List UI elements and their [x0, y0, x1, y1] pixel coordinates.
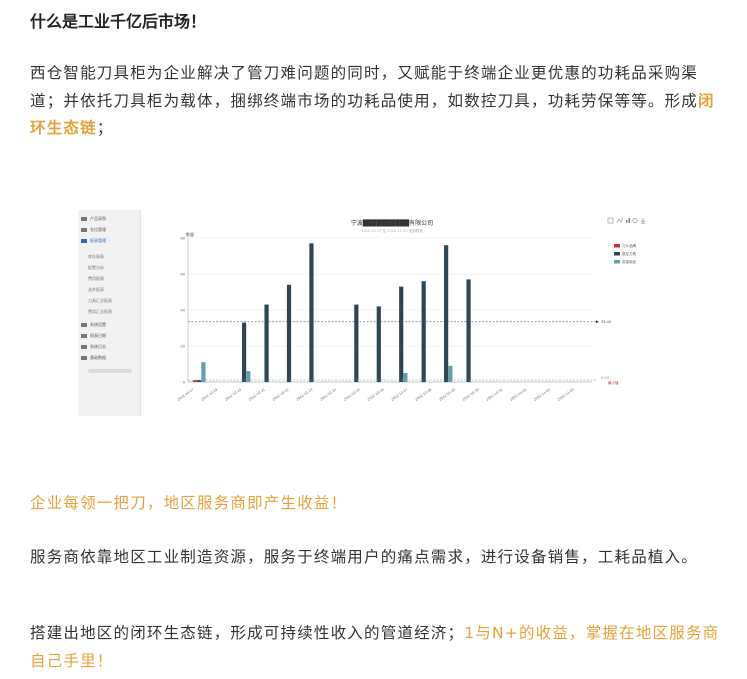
sidebar-subitem[interactable]: 油井报表 — [88, 287, 104, 293]
min-value-label: 最小值 — [608, 380, 619, 385]
x-tick-label: 2022-10-26 — [367, 388, 385, 402]
sidebar-subitem[interactable]: 库存报表 — [88, 254, 104, 260]
chart-subtitle: 2022-10-17 至 2022-11-03 全部数据 — [361, 228, 423, 233]
x-tick-label: 2022-10-25 — [343, 388, 361, 402]
bar-数控刀具-2022-10-17[interactable] — [197, 380, 202, 382]
chart-legend: 刀片品牌数控刀具劳保用品 — [614, 243, 636, 264]
sidebar-item-logs[interactable]: 系统日志 — [81, 342, 139, 352]
slogan-text: 企业每领一把刀，地区服务商即产生收益！ — [30, 494, 348, 512]
sidebar-item-warehouse[interactable]: 仓位管理 — [81, 225, 139, 235]
sidebar-item-purchase[interactable]: 产品采购 — [81, 214, 139, 224]
sidebar-item-settings[interactable]: 系统设置 — [81, 320, 139, 330]
bar-数控刀具-2022-10-20[interactable] — [264, 304, 269, 382]
bar-数控刀具-2022-10-25[interactable] — [376, 306, 381, 382]
y-tick-label: 60 — [181, 273, 185, 277]
bar-数控刀具-2022-10-29[interactable] — [466, 279, 471, 382]
toolbar-bar-chart-icon[interactable] — [626, 218, 630, 223]
x-tick-label: 2022-10-29 — [438, 388, 456, 402]
menu-icon — [81, 334, 87, 338]
x-tick-label: 2022-10-19 — [200, 388, 218, 402]
legend-swatch[interactable] — [614, 252, 620, 256]
menu-icon — [81, 217, 87, 221]
x-tick-label: 2022-10-22 — [272, 388, 290, 402]
x-tick-label: 2022-10-17 — [177, 388, 195, 402]
legend-label[interactable]: 劳保用品 — [622, 259, 636, 264]
intro-tail: ； — [96, 119, 114, 137]
intro-text: 西仓智能刀具柜为企业解决了管刀难问题的同时，又赋能于终端企业更优惠的功耗品采购渠… — [30, 64, 699, 110]
sidebar-scrollbar[interactable] — [88, 369, 132, 373]
toolbar-restore-icon[interactable] — [632, 217, 638, 224]
x-tick-label: 2022-10-23 — [295, 388, 313, 402]
closing-paragraph: 搭建出地区的闭环生态链，形成可持续性收入的管道经济；1与N+的收益，掌握在地区服… — [30, 620, 720, 675]
x-tick-label: 2022-10-20 — [224, 388, 242, 402]
y-axis-label: 数量 — [186, 231, 194, 237]
bar-数控刀具-2022-10-24[interactable] — [354, 304, 359, 382]
bar-数控刀具-2022-10-28[interactable] — [444, 245, 449, 382]
sidebar-item-basic-data[interactable]: 基础数据 — [81, 353, 139, 363]
sidebar-subitem[interactable]: 配置分析 — [88, 265, 104, 271]
average-markline-arrow — [596, 320, 599, 324]
x-tick-label: 2022-10-24 — [319, 388, 337, 402]
x-tick-label: 2022-11-02 — [533, 388, 551, 402]
closing-text: 搭建出地区的闭环生态链，形成可持续性收入的管道经济； — [30, 624, 465, 642]
x-tick-label: 2022-11-01 — [509, 388, 527, 402]
y-tick-label: 40 — [181, 309, 185, 313]
sidebar-item-report-date[interactable]: 报表日期 — [81, 331, 139, 341]
bar-数控刀具-2022-10-27[interactable] — [421, 281, 426, 382]
bar-数控刀具-2022-10-26[interactable] — [399, 286, 404, 382]
y-tick-label: 20 — [181, 345, 185, 349]
y-tick-label: 80 — [181, 237, 185, 241]
intro-paragraph: 西仓智能刀具柜为企业解决了管刀难问题的同时，又赋能于终端企业更优惠的功耗品采购渠… — [30, 60, 720, 143]
toolbar-data-view-icon[interactable] — [607, 217, 614, 224]
bar-数控刀具-2022-10-21[interactable] — [286, 284, 292, 382]
x-tick-label: 2022-10-21 — [248, 388, 266, 402]
legend-label[interactable]: 数控刀具 — [622, 251, 636, 256]
bar-刀片品牌-2022-10-17[interactable] — [192, 380, 198, 382]
app-sidebar: 产品采购 仓位管理 报表管理 库存报表 配置分析 费用报表 油井报表 刀具汇总报… — [78, 210, 141, 416]
menu-icon — [81, 345, 87, 349]
consumption-bar-chart: 宁波██████████有限公司 2022-10-17 至 2022-11-03… — [177, 217, 646, 402]
bar-劳保用品-2022-10-26[interactable] — [403, 373, 408, 382]
toolbar-line-chart-icon[interactable] — [616, 217, 624, 224]
menu-icon — [81, 356, 87, 360]
menu-icon — [81, 323, 87, 327]
min-markline-label: 0.00 — [601, 376, 609, 380]
legend-swatch[interactable] — [614, 260, 620, 264]
legend-label[interactable]: 刀片品牌 — [622, 243, 636, 248]
embedded-screenshot: 产品采购 仓位管理 报表管理 库存报表 配置分析 费用报表 油井报表 刀具汇总报… — [78, 210, 656, 416]
menu-icon — [81, 228, 87, 232]
y-tick-label: 0 — [183, 381, 185, 385]
bar-数控刀具-2022-10-22[interactable] — [309, 243, 314, 382]
chart-icon — [81, 239, 87, 243]
bar-劳保用品-2022-10-17[interactable] — [201, 362, 206, 382]
sidebar-subitem[interactable]: 费用报表 — [88, 276, 104, 282]
sidebar-subitem[interactable]: 费用汇总报表 — [88, 309, 112, 315]
page-title: 什么是工业千亿后市场！ — [30, 12, 207, 31]
sidebar-subitem[interactable]: 刀具汇总报表 — [88, 298, 112, 304]
bar-数控刀具-2022-10-19[interactable] — [242, 322, 247, 382]
bar-劳保用品-2022-10-19[interactable] — [246, 371, 251, 382]
average-markline-label: 33.44 — [601, 320, 612, 324]
x-tick-label: 2022-10-30 — [462, 388, 480, 402]
chart-title: 宁波██████████有限公司 — [351, 219, 433, 227]
x-tick-label: 2022-11-03 — [557, 388, 575, 402]
bar-劳保用品-2022-10-28[interactable] — [448, 365, 453, 382]
legend-swatch[interactable] — [614, 244, 620, 248]
x-tick-label: 2022-10-27 — [390, 388, 408, 402]
toolbar-download-icon[interactable] — [640, 218, 646, 224]
sidebar-item-reports[interactable]: 报表管理 — [81, 236, 139, 246]
x-tick-label: 2022-10-28 — [414, 388, 432, 402]
service-paragraph: 服务商依靠地区工业制造资源，服务于终端用户的痛点需求，进行设备销售，工耗品植入。 — [30, 548, 699, 566]
x-tick-label: 2022-10-31 — [486, 388, 504, 402]
